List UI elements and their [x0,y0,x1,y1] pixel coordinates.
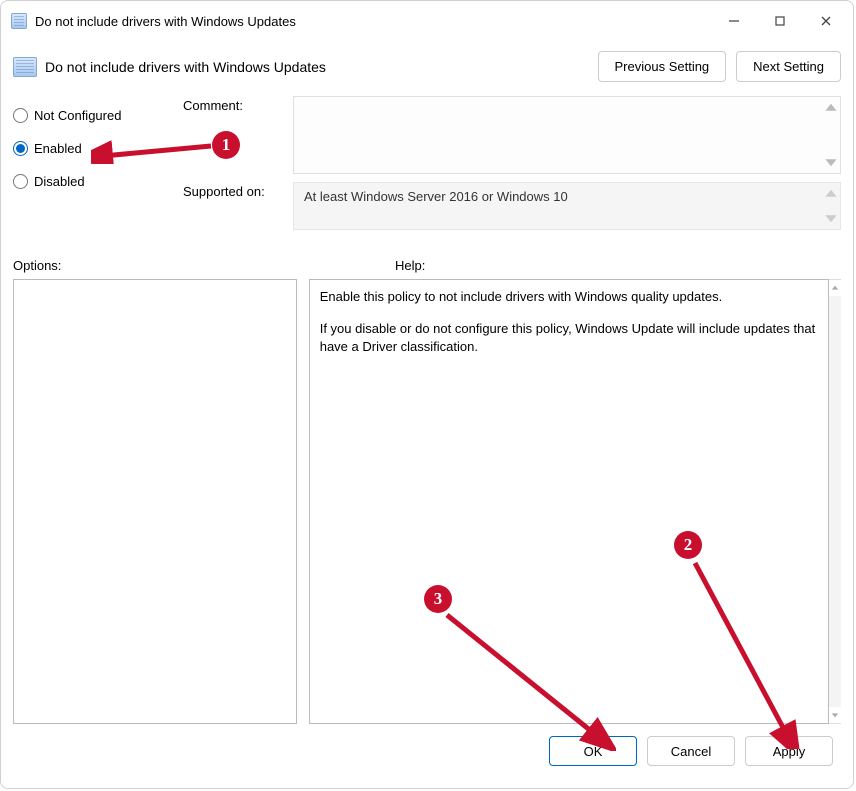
next-setting-button[interactable]: Next Setting [736,51,841,82]
scroll-up-icon [824,101,838,115]
help-paragraph: If you disable or do not configure this … [320,320,818,356]
apply-button[interactable]: Apply [745,736,833,766]
radio-enabled-label: Enabled [34,141,82,156]
state-radio-group: Not Configured Enabled Disabled [13,96,183,207]
close-button[interactable] [803,5,849,37]
supported-on-value: At least Windows Server 2016 or Windows … [304,189,568,204]
scroll-up-icon[interactable] [829,280,841,296]
scroll-down-icon [824,211,838,225]
maximize-button[interactable] [757,5,803,37]
comment-label: Comment: [183,96,293,174]
previous-setting-button[interactable]: Previous Setting [598,51,727,82]
dialog-footer: OK Cancel Apply [13,724,841,778]
radio-not-configured[interactable] [13,108,28,123]
window-title: Do not include drivers with Windows Upda… [35,14,296,29]
annotation-badge-2: 2 [674,531,702,559]
scroll-up-icon [824,187,838,201]
radio-enabled[interactable] [13,141,28,156]
scroll-down-icon [824,155,838,169]
cancel-button[interactable]: Cancel [647,736,735,766]
minimize-button[interactable] [711,5,757,37]
help-scrollbar[interactable] [829,279,841,724]
radio-disabled-label: Disabled [34,174,85,189]
annotation-badge-3: 3 [424,585,452,613]
radio-disabled[interactable] [13,174,28,189]
annotation-badge-1: 1 [212,131,240,159]
policy-title: Do not include drivers with Windows Upda… [45,59,326,75]
options-pane [13,279,297,724]
policy-header: Do not include drivers with Windows Upda… [13,45,841,82]
help-paragraph: Enable this policy to not include driver… [320,288,818,306]
scroll-down-icon[interactable] [829,707,841,723]
comment-textarea[interactable] [293,96,841,174]
policy-icon [11,13,27,29]
radio-not-configured-label: Not Configured [34,108,121,123]
options-label: Options: [13,258,395,273]
supported-on-label: Supported on: [183,182,293,230]
titlebar: Do not include drivers with Windows Upda… [1,1,853,41]
ok-button[interactable]: OK [549,736,637,766]
policy-icon [13,57,37,77]
help-pane: Enable this policy to not include driver… [309,279,829,724]
help-label: Help: [395,258,425,273]
supported-on-field: At least Windows Server 2016 or Windows … [293,182,841,230]
group-policy-setting-dialog: Do not include drivers with Windows Upda… [0,0,854,789]
